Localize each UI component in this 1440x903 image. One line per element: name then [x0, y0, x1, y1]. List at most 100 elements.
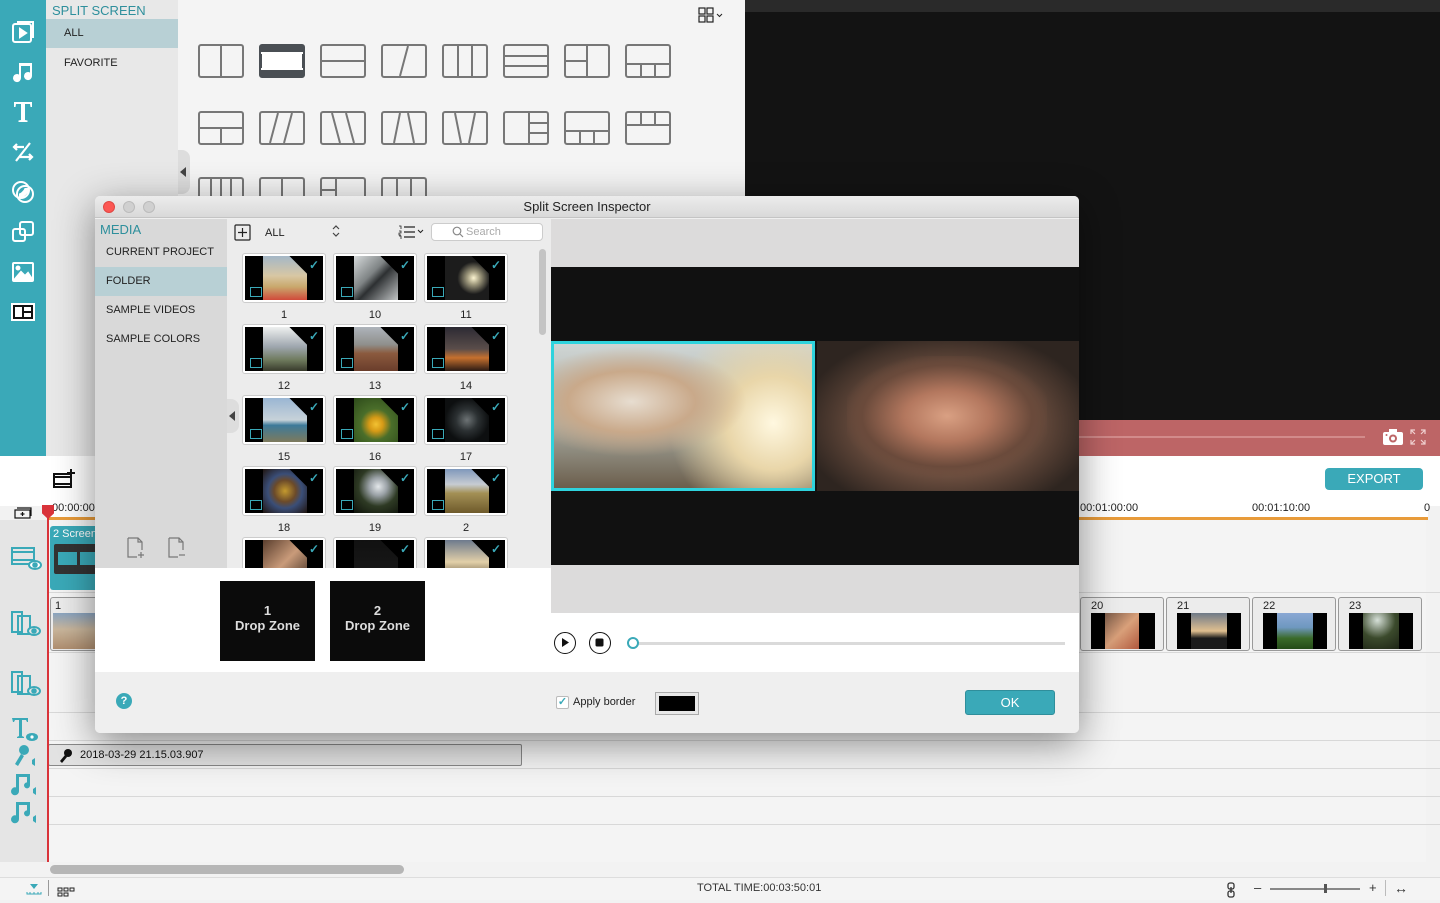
video-clip[interactable]: 21 [1166, 597, 1250, 651]
media-item[interactable]: ✓ [333, 253, 417, 303]
sidebar-item-sample-videos[interactable]: SAMPLE VIDEOS [95, 296, 227, 325]
split-pane-2[interactable] [817, 341, 1079, 491]
transition-icon[interactable] [8, 137, 38, 167]
category-favorite[interactable]: FAVORITE [46, 49, 178, 78]
collapse-panel-button[interactable] [178, 150, 190, 194]
sort-list-icon[interactable] [397, 224, 425, 245]
drop-zone-2[interactable]: 2 Drop Zone [330, 581, 425, 661]
split-template[interactable] [259, 44, 305, 78]
video-track-2-visibility-icon[interactable] [10, 670, 42, 698]
text-icon[interactable] [8, 97, 38, 127]
remove-folder-icon[interactable] [167, 537, 187, 564]
minimize-button[interactable] [123, 201, 135, 213]
sidebar-item-current-project[interactable]: CURRENT PROJECT [95, 238, 227, 267]
export-button[interactable]: EXPORT [1325, 468, 1423, 490]
zoom-slider[interactable] [1270, 888, 1360, 890]
playback-slider[interactable] [635, 642, 1065, 645]
split-template[interactable] [503, 111, 549, 145]
split-template[interactable] [198, 111, 244, 145]
playhead[interactable] [47, 505, 49, 862]
split-template[interactable] [381, 111, 427, 145]
sidebar-item-folder[interactable]: FOLDER [95, 267, 227, 296]
dialog-titlebar[interactable]: Split Screen Inspector [95, 196, 1079, 218]
media-item[interactable]: ✓ [424, 324, 508, 374]
overlay-icon[interactable] [8, 217, 38, 247]
timeline-scrollbar[interactable] [50, 865, 404, 874]
media-search-input[interactable]: Search [431, 223, 543, 241]
play-button[interactable] [554, 632, 576, 654]
media-item[interactable]: ✓ [242, 324, 326, 374]
split-template[interactable] [442, 111, 488, 145]
split-template[interactable] [625, 111, 671, 145]
fit-timeline-icon[interactable]: ↔ [1394, 880, 1408, 896]
dialog-footer: ? ✓ Apply border OK [95, 672, 1079, 733]
split-template[interactable] [564, 111, 610, 145]
help-button[interactable]: ? [116, 693, 132, 709]
video-track-visibility-icon[interactable] [10, 610, 42, 638]
maximize-button[interactable] [143, 201, 155, 213]
grid-view-toggle[interactable] [697, 6, 727, 26]
music-icon[interactable] [8, 57, 38, 87]
stop-button[interactable] [589, 632, 611, 654]
media-item[interactable]: ✓ [424, 395, 508, 445]
video-clip[interactable]: 20 [1080, 597, 1164, 651]
video-clip[interactable]: 22 [1252, 597, 1336, 651]
zoom-out-button[interactable]: – [1254, 880, 1261, 895]
zoom-slider-knob[interactable] [1324, 884, 1327, 893]
media-item[interactable]: ✓ [333, 395, 417, 445]
media-item-label: 14 [459, 380, 473, 392]
audio-clip[interactable]: 2018-03-29 21.15.03.907 [48, 744, 522, 766]
split-template[interactable] [442, 44, 488, 78]
add-track-icon[interactable] [52, 468, 76, 495]
split-template[interactable] [503, 44, 549, 78]
close-button[interactable] [103, 201, 115, 213]
text-track-visibility-icon[interactable] [10, 716, 42, 744]
media-item[interactable]: ✓ [424, 253, 508, 303]
ok-button[interactable]: OK [965, 690, 1055, 715]
music-track-2-icon[interactable] [10, 800, 42, 828]
collapse-media-button[interactable] [227, 399, 239, 433]
split-template[interactable] [564, 44, 610, 78]
media-item[interactable]: ✓ [424, 466, 508, 516]
playback-slider-knob[interactable] [627, 637, 639, 649]
media-scrollbar[interactable] [539, 249, 546, 335]
apply-border-checkbox[interactable]: ✓ [556, 696, 569, 709]
fullscreen-icon[interactable] [1410, 429, 1426, 450]
media-icon[interactable] [8, 17, 38, 47]
border-color-picker[interactable] [655, 692, 699, 715]
media-item[interactable]: ✓ [333, 466, 417, 516]
filter-icon[interactable] [8, 177, 38, 207]
element-icon[interactable] [8, 257, 38, 287]
video-clip[interactable]: 23 [1338, 597, 1422, 651]
split-template[interactable] [198, 44, 244, 78]
sidebar-item-sample-colors[interactable]: SAMPLE COLORS [95, 325, 227, 354]
split-template[interactable] [381, 44, 427, 78]
category-all[interactable]: ALL [46, 19, 178, 48]
music-track-1-icon[interactable] [10, 772, 42, 800]
split-track-visibility-icon[interactable] [10, 544, 42, 572]
media-item[interactable]: ✓ [242, 253, 326, 303]
image-type-icon [432, 287, 444, 297]
split-template[interactable] [320, 111, 366, 145]
import-media-button[interactable] [234, 224, 251, 246]
template-grid [178, 0, 745, 209]
zoom-in-button[interactable]: + [1369, 880, 1377, 895]
media-filter-select[interactable]: ALL [265, 227, 285, 239]
split-template[interactable] [259, 111, 305, 145]
media-sidebar: MEDIA CURRENT PROJECT FOLDER SAMPLE VIDE… [95, 219, 227, 568]
split-pane-1[interactable] [551, 341, 815, 491]
media-item-label: 18 [277, 522, 291, 534]
add-folder-icon[interactable] [126, 537, 146, 564]
media-item[interactable]: ✓ [242, 466, 326, 516]
marker-icon[interactable] [26, 882, 42, 900]
split-template[interactable] [625, 44, 671, 78]
snapshot-icon[interactable] [1382, 428, 1404, 451]
media-item[interactable]: ✓ [242, 395, 326, 445]
voiceover-track-icon[interactable] [10, 744, 42, 772]
filter-select-arrows-icon[interactable] [331, 224, 341, 243]
split-template[interactable] [320, 44, 366, 78]
drop-zone-1[interactable]: 1 Drop Zone [220, 581, 315, 661]
storyboard-icon[interactable] [57, 884, 75, 902]
split-screen-icon[interactable] [8, 297, 38, 327]
media-item[interactable]: ✓ [333, 324, 417, 374]
